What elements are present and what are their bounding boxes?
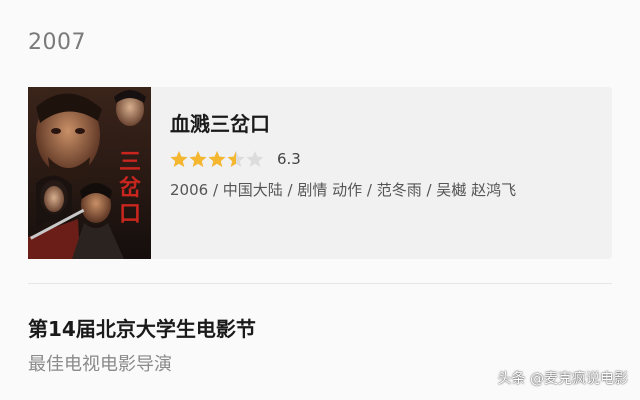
poster-title-char-3: 口 — [119, 201, 141, 227]
divider — [28, 283, 612, 284]
movie-card[interactable]: 三 岔 口 血溅三岔口 6.3 2006 / 中国大陆 / 剧情 动作 / 范冬… — [28, 87, 612, 259]
star-icon — [246, 151, 264, 167]
award-category: 最佳电视电影导演 — [28, 354, 172, 375]
watermark: 头条 @麦克疯说电影 — [497, 371, 628, 387]
star-icon — [189, 151, 207, 167]
poster-art: 三 岔 口 — [28, 87, 151, 259]
poster-title-char-2: 岔 — [119, 175, 141, 201]
movie-meta: 2006 / 中国大陆 / 剧情 动作 / 范冬雨 / 吴樾 赵鸿飞 — [170, 181, 517, 199]
movie-title[interactable]: 血溅三岔口 — [170, 109, 602, 139]
star-icon — [227, 151, 245, 167]
rating-row: 6.3 — [170, 147, 602, 171]
poster-title-char-1: 三 — [119, 149, 141, 175]
star-icon — [208, 151, 226, 167]
movie-poster[interactable]: 三 岔 口 — [28, 87, 151, 259]
award-name: 第14届北京大学生电影节 — [28, 317, 256, 341]
star-icon — [170, 151, 188, 167]
rating-score: 6.3 — [277, 150, 301, 168]
page: 2007 三 岔 口 血溅三岔口 6.3 2006 / 中国大陆 / 剧情 动作… — [0, 0, 640, 400]
star-rating — [170, 150, 265, 168]
year-heading: 2007 — [28, 30, 86, 55]
movie-info: 血溅三岔口 6.3 2006 / 中国大陆 / 剧情 动作 / 范冬雨 / 吴樾… — [170, 109, 602, 200]
